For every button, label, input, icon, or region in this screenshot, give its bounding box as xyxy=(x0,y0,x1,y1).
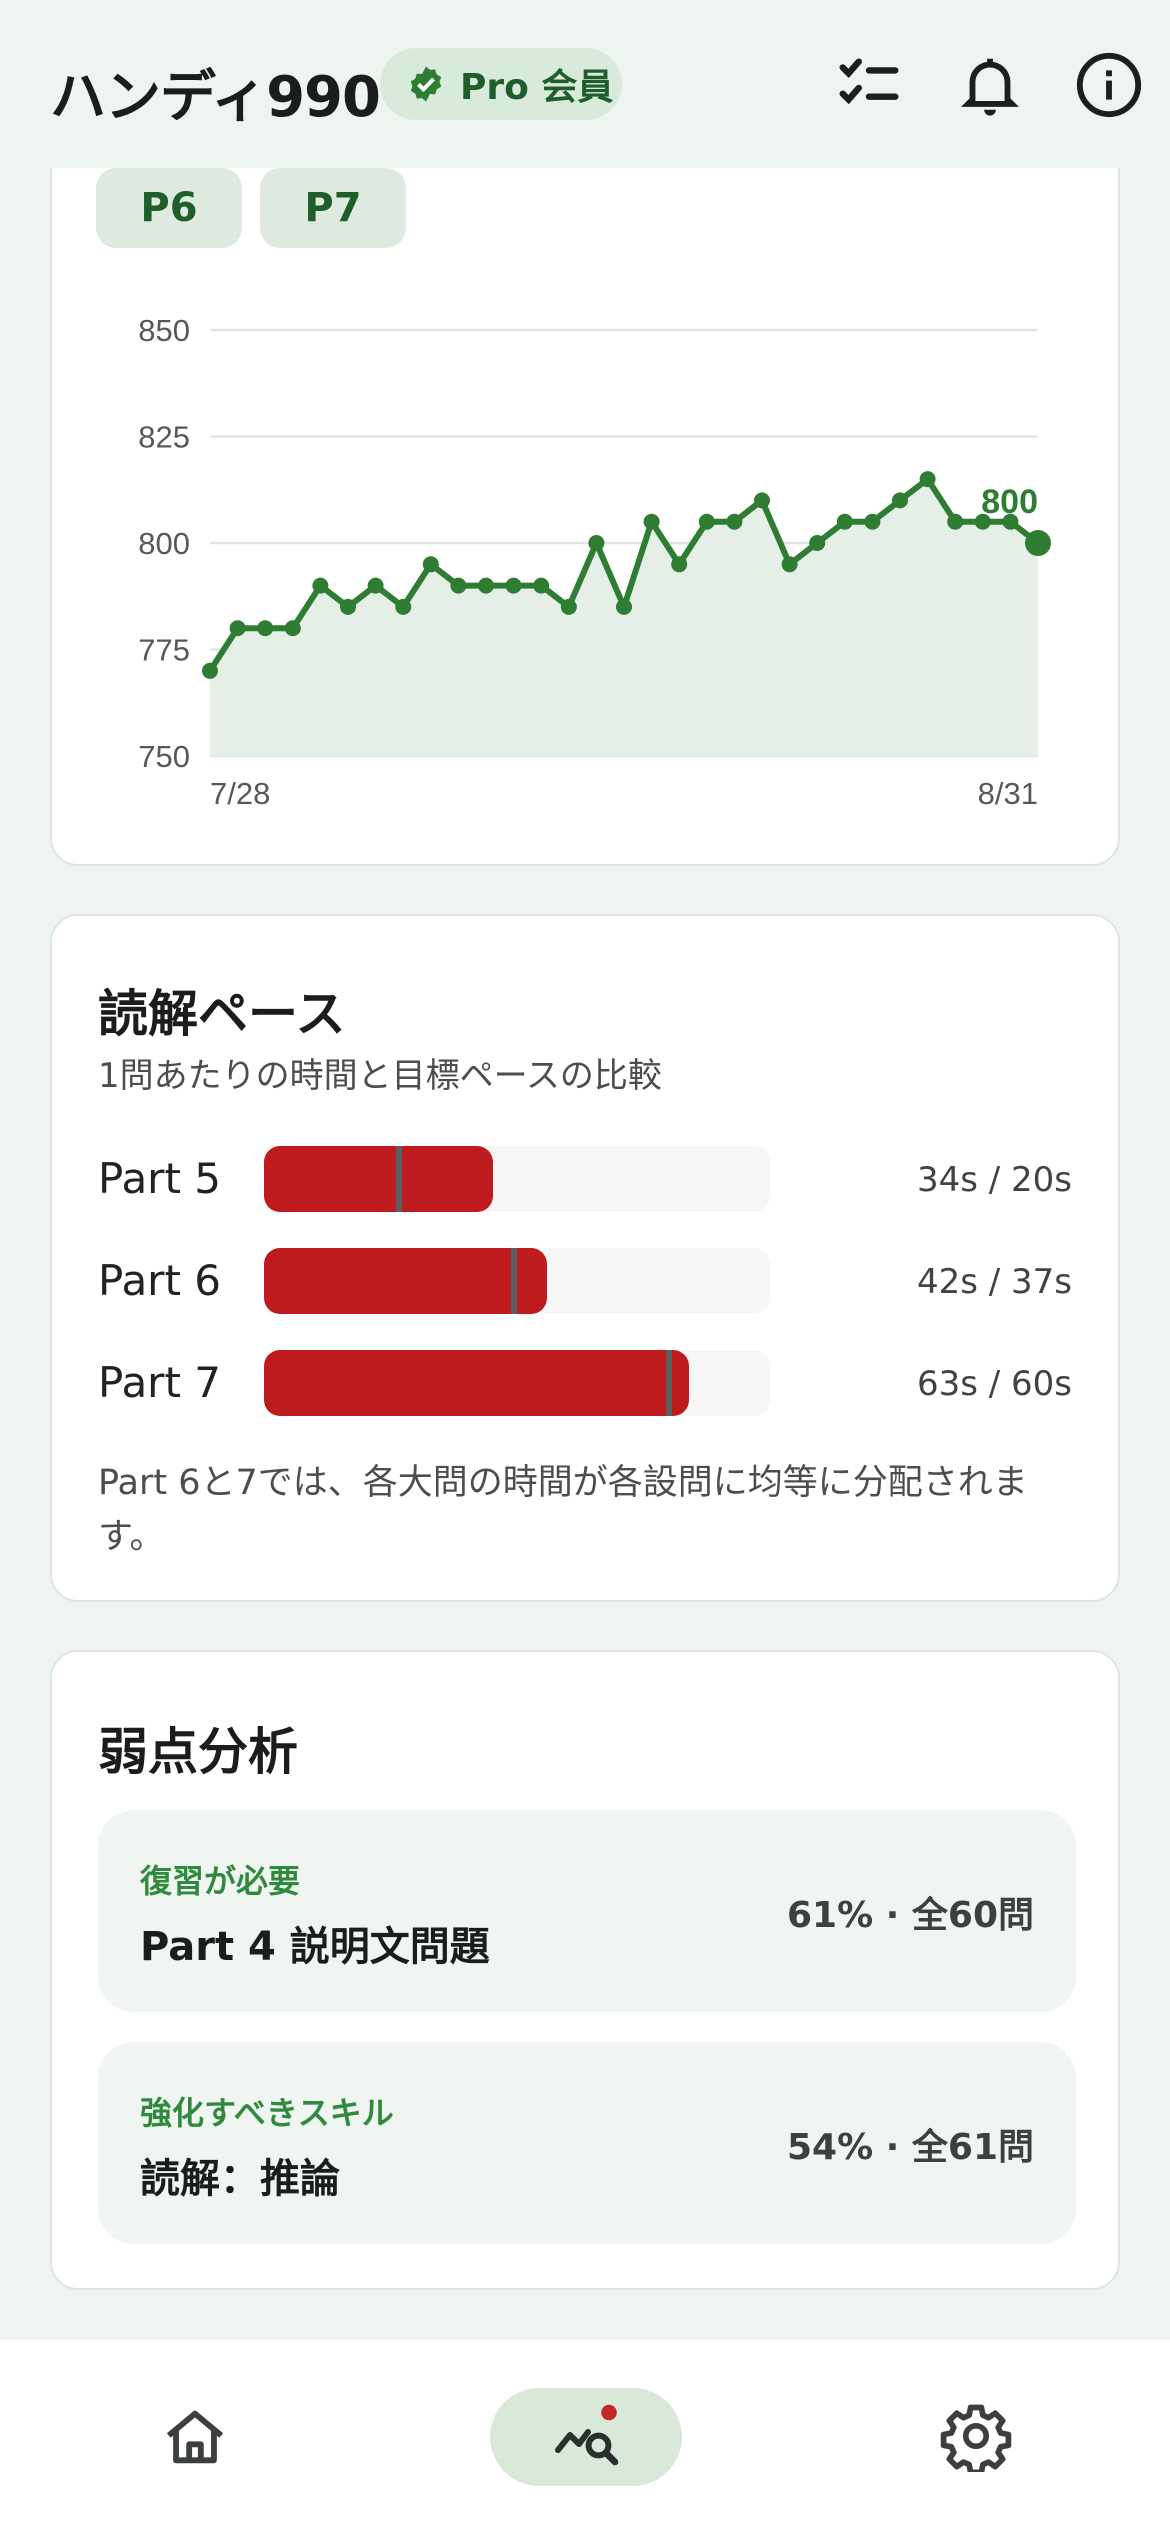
weakness-item[interactable]: 復習が必要 Part 4 説明文問題 61% · 全60問 xyxy=(98,1810,1076,2012)
chart-data-point xyxy=(809,535,826,551)
chart-data-point xyxy=(698,513,715,530)
pace-title: 読解ペース xyxy=(98,985,346,1043)
chart-data-point xyxy=(395,598,412,615)
chart-y-tick-label: 750 xyxy=(138,739,190,774)
app-title: ハンディ990 xyxy=(50,65,381,130)
bottom-navigation xyxy=(0,2340,1170,2532)
pro-member-badge[interactable]: Pro 会員 xyxy=(380,48,622,120)
pace-target-marker xyxy=(510,1248,517,1314)
chart-data-point xyxy=(864,513,881,530)
pace-actual-bar xyxy=(264,1350,690,1416)
pace-actual-bar xyxy=(264,1146,494,1212)
chart-data-point xyxy=(671,556,688,573)
weakness-analysis-card: 弱点分析 復習が必要 Part 4 説明文問題 61% · 全60問 強化すべき… xyxy=(50,1650,1120,2290)
chart-data-point xyxy=(533,577,550,594)
reading-pace-card: 読解ペース 1問あたりの時間と目標ペースの比較 Part 5 34s / 20s… xyxy=(50,914,1120,1602)
chart-data-point xyxy=(284,620,301,637)
chart-data-point xyxy=(422,556,439,573)
score-line-chart: 850 825 800 775 750 800 7/28 8/31 xyxy=(138,313,1051,811)
analytics-icon[interactable] xyxy=(552,2398,624,2472)
pace-track xyxy=(264,1248,770,1314)
chart-data-point xyxy=(202,662,218,679)
pace-row-label: Part 6 xyxy=(98,1256,221,1305)
chart-y-tick-label: 800 xyxy=(138,526,190,561)
chart-x-start-label: 7/28 xyxy=(210,776,270,811)
weakness-category: 強化すべきスキル xyxy=(140,2094,394,2132)
chart-y-tick-label: 850 xyxy=(138,313,190,348)
pace-row-label: Part 5 xyxy=(98,1154,221,1203)
pace-track xyxy=(264,1350,770,1416)
settings-icon[interactable] xyxy=(940,2400,1012,2472)
weakness-category: 復習が必要 xyxy=(140,1862,301,1900)
chart-data-point xyxy=(560,598,577,615)
pace-row-label: Part 7 xyxy=(98,1358,221,1407)
filter-chip-p6[interactable]: P6 xyxy=(96,168,242,248)
pace-value: 63s / 60s xyxy=(916,1364,1072,1404)
chart-y-tick-label: 775 xyxy=(138,633,190,668)
chart-area-fill xyxy=(210,479,1038,756)
chart-x-end-label: 8/31 xyxy=(978,776,1038,811)
home-icon[interactable] xyxy=(160,2402,230,2472)
weakness-title: 弱点分析 xyxy=(98,1723,298,1781)
chart-data-point xyxy=(229,620,246,637)
chart-data-point xyxy=(919,471,936,488)
filter-chip-p7[interactable]: P7 xyxy=(260,168,406,248)
pace-value: 34s / 20s xyxy=(916,1160,1072,1200)
chart-data-point xyxy=(726,513,743,530)
chart-data-point xyxy=(257,620,274,637)
pace-actual-bar xyxy=(264,1248,548,1314)
info-icon[interactable] xyxy=(1074,50,1144,120)
pace-target-marker xyxy=(395,1146,402,1212)
bell-icon[interactable] xyxy=(955,50,1025,120)
checklist-icon[interactable] xyxy=(834,50,904,120)
chart-y-tick-label: 825 xyxy=(138,420,190,455)
verified-check-icon xyxy=(410,66,442,102)
chart-data-point xyxy=(781,556,798,573)
pace-value: 42s / 37s xyxy=(916,1262,1072,1302)
chart-data-point xyxy=(1025,530,1051,556)
chart-last-value-label: 800 xyxy=(981,483,1038,521)
chart-data-point xyxy=(947,513,964,530)
pace-target-marker xyxy=(665,1350,672,1416)
app-header: ハンディ990 Pro 会員 xyxy=(0,0,1170,168)
pace-subtitle: 1問あたりの時間と目標ペースの比較 xyxy=(98,1056,662,1096)
chart-data-point xyxy=(367,577,384,594)
chart-data-point xyxy=(892,492,908,509)
chart-data-point xyxy=(616,598,632,615)
chart-data-point xyxy=(754,492,770,509)
weakness-item[interactable]: 強化すべきスキル 読解：推論 54% · 全61問 xyxy=(98,2042,1076,2244)
chart-data-point xyxy=(478,577,494,594)
chart-data-point xyxy=(340,598,356,615)
chart-data-point xyxy=(836,513,853,530)
pace-track xyxy=(264,1146,770,1212)
pace-note: Part 6と7では、各大問の時間が各設問に均等に分配されます。 xyxy=(98,1463,1028,1557)
chart-data-point xyxy=(588,535,605,551)
chart-data-point xyxy=(505,577,522,594)
weakness-stat: 54% · 全61問 xyxy=(786,2127,1034,2168)
chart-data-point xyxy=(450,577,467,594)
chart-data-point xyxy=(643,513,660,530)
weakness-stat: 61% · 全60問 xyxy=(786,1895,1034,1936)
pro-badge-label: Pro 会員 xyxy=(460,67,614,108)
weakness-item-title: 読解：推論 xyxy=(140,2156,340,2202)
chart-data-point xyxy=(312,577,329,594)
weakness-item-title: Part 4 説明文問題 xyxy=(140,1924,490,1970)
